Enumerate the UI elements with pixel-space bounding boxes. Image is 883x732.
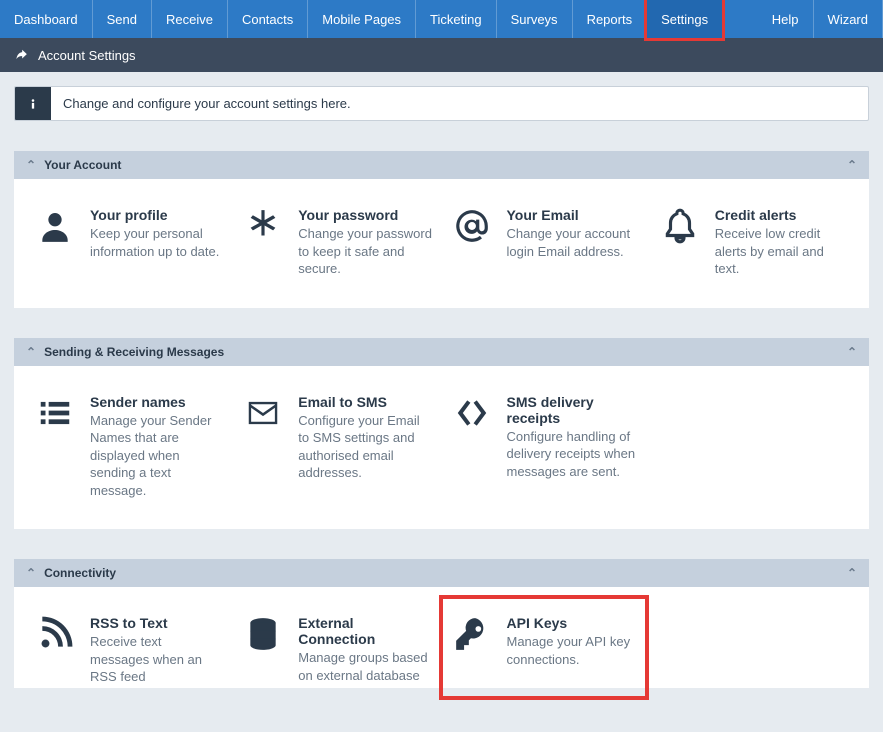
nav-contacts[interactable]: Contacts	[228, 0, 308, 38]
section-connectivity: ⌃ Connectivity ⌃ RSS to Text Receive tex…	[14, 559, 869, 688]
nav-label: Reports	[587, 12, 633, 27]
info-text: Change and configure your account settin…	[51, 87, 363, 120]
nav-label: Ticketing	[430, 12, 482, 27]
tile-your-profile[interactable]: Your profile Keep your personal informat…	[34, 207, 224, 278]
chevron-up-icon: ⌃	[26, 158, 36, 172]
nav-label: Contacts	[242, 12, 293, 27]
tile-desc: Configure handling of delivery receipts …	[507, 428, 641, 481]
tile-credit-alerts[interactable]: Credit alerts Receive low credit alerts …	[659, 207, 849, 278]
nav-label: Settings	[661, 12, 708, 27]
nav-help[interactable]: Help	[758, 0, 814, 38]
tile-title: RSS to Text	[90, 615, 224, 631]
subbar: Account Settings	[0, 38, 883, 72]
tile-title: SMS delivery receipts	[507, 394, 641, 426]
nav-surveys[interactable]: Surveys	[497, 0, 573, 38]
tile-api-keys[interactable]: API Keys Manage your API key connections…	[451, 615, 641, 686]
section-body-account: Your profile Keep your personal informat…	[14, 179, 869, 308]
section-messaging: ⌃ Sending & Receiving Messages ⌃ Sender …	[14, 338, 869, 530]
chevron-up-icon: ⌃	[26, 345, 36, 359]
info-icon	[15, 87, 51, 120]
nav-label: Mobile Pages	[322, 12, 401, 27]
section-body-messaging: Sender names Manage your Sender Names th…	[14, 366, 869, 530]
nav-label: Send	[107, 12, 137, 27]
tile-desc: Change your account login Email address.	[507, 225, 641, 260]
top-nav: Dashboard Send Receive Contacts Mobile P…	[0, 0, 883, 38]
nav-ticketing[interactable]: Ticketing	[416, 0, 497, 38]
tile-external-connection[interactable]: External Connection Manage groups based …	[242, 615, 432, 686]
tile-desc: Receive text messages when an RSS feed	[90, 633, 224, 686]
section-title: Sending & Receiving Messages	[44, 345, 224, 359]
tile-desc: Change your password to keep it safe and…	[298, 225, 432, 278]
tile-your-email[interactable]: Your Email Change your account login Ema…	[451, 207, 641, 278]
code-icon	[451, 394, 493, 500]
tile-rss-to-text[interactable]: RSS to Text Receive text messages when a…	[34, 615, 224, 686]
content: Change and configure your account settin…	[0, 72, 883, 732]
nav-reports[interactable]: Reports	[573, 0, 648, 38]
subbar-title: Account Settings	[38, 48, 136, 63]
tile-desc: Manage your Sender Names that are displa…	[90, 412, 224, 500]
tile-title: Your profile	[90, 207, 224, 223]
nav-label: Wizard	[828, 12, 868, 27]
nav-label: Help	[772, 12, 799, 27]
nav-label: Surveys	[511, 12, 558, 27]
section-title: Your Account	[44, 158, 121, 172]
user-icon	[34, 207, 76, 278]
tile-title: API Keys	[507, 615, 641, 631]
tile-desc: Manage your API key connections.	[507, 633, 641, 668]
at-icon	[451, 207, 493, 278]
chevron-up-icon: ⌃	[847, 345, 857, 359]
tile-sender-names[interactable]: Sender names Manage your Sender Names th…	[34, 394, 224, 500]
nav-label: Dashboard	[14, 12, 78, 27]
tile-your-password[interactable]: Your password Change your password to ke…	[242, 207, 432, 278]
tile-desc: Keep your personal information up to dat…	[90, 225, 224, 260]
tile-title: Email to SMS	[298, 394, 432, 410]
section-title: Connectivity	[44, 566, 116, 580]
envelope-icon	[242, 394, 284, 500]
tile-title: External Connection	[298, 615, 432, 647]
chevron-up-icon: ⌃	[847, 566, 857, 580]
tile-desc: Receive low credit alerts by email and t…	[715, 225, 849, 278]
tile-desc: Manage groups based on external database	[298, 649, 432, 684]
section-body-connectivity: RSS to Text Receive text messages when a…	[14, 587, 869, 688]
nav-wizard[interactable]: Wizard	[814, 0, 883, 38]
database-icon	[242, 615, 284, 686]
info-banner: Change and configure your account settin…	[14, 86, 869, 121]
tile-title: Your Email	[507, 207, 641, 223]
section-account: ⌃ Your Account ⌃ Your profile Keep your …	[14, 151, 869, 308]
tile-delivery-receipts[interactable]: SMS delivery receipts Configure handling…	[451, 394, 641, 500]
bell-icon	[659, 207, 701, 278]
tile-title: Credit alerts	[715, 207, 849, 223]
tile-title: Sender names	[90, 394, 224, 410]
tile-desc: Configure your Email to SMS settings and…	[298, 412, 432, 482]
nav-mobile-pages[interactable]: Mobile Pages	[308, 0, 416, 38]
nav-receive[interactable]: Receive	[152, 0, 228, 38]
tile-email-to-sms[interactable]: Email to SMS Configure your Email to SMS…	[242, 394, 432, 500]
chevron-up-icon: ⌃	[26, 566, 36, 580]
nav-settings[interactable]: Settings	[647, 0, 723, 38]
nav-dashboard[interactable]: Dashboard	[0, 0, 93, 38]
nav-label: Receive	[166, 12, 213, 27]
rss-icon	[34, 615, 76, 686]
key-icon	[451, 615, 493, 686]
nav-send[interactable]: Send	[93, 0, 152, 38]
asterisk-icon	[242, 207, 284, 278]
nav-spacer	[723, 0, 758, 38]
section-head-messaging[interactable]: ⌃ Sending & Receiving Messages ⌃	[14, 338, 869, 366]
section-head-connectivity[interactable]: ⌃ Connectivity ⌃	[14, 559, 869, 587]
section-head-account[interactable]: ⌃ Your Account ⌃	[14, 151, 869, 179]
list-icon	[34, 394, 76, 500]
tile-title: Your password	[298, 207, 432, 223]
chevron-up-icon: ⌃	[847, 158, 857, 172]
share-icon	[14, 48, 28, 62]
